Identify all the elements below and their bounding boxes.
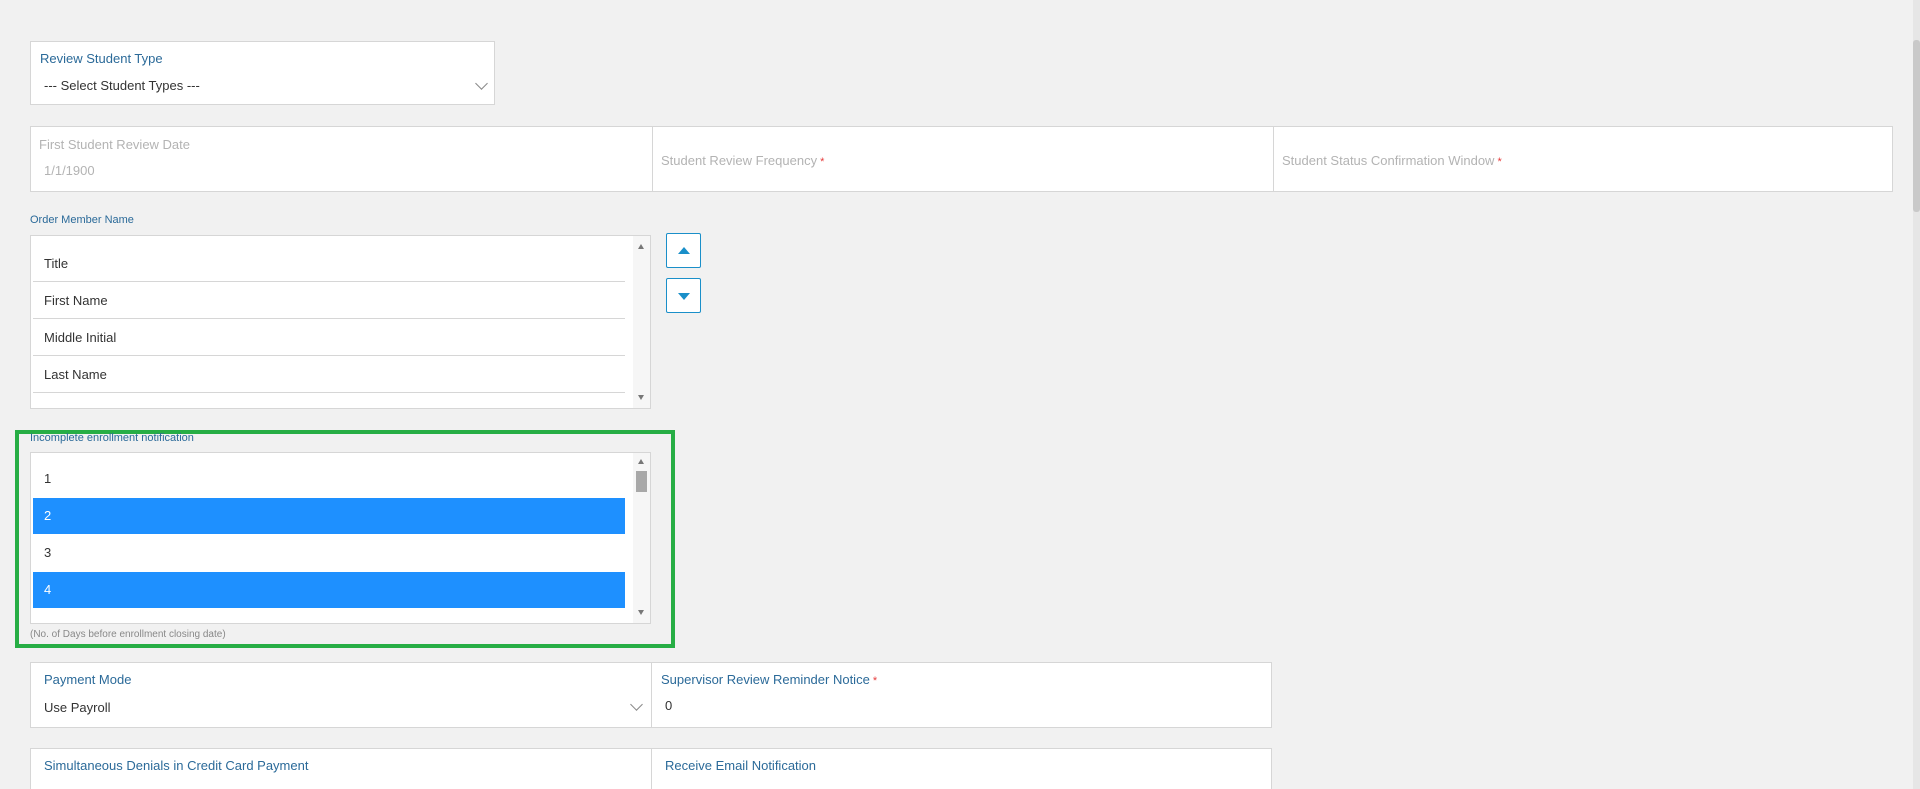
payment-mode-value: Use Payroll [44,700,111,715]
page-scrollbar[interactable] [1913,0,1920,789]
email-notification-label: Receive Email Notification [665,758,817,773]
chevron-down-icon [475,77,488,90]
supervisor-reminder-value: 0 [665,698,673,713]
settings-page: Review Student Type --- Select Student T… [0,0,1920,789]
scroll-down-arrow-icon[interactable] [638,610,644,615]
move-down-button[interactable] [666,278,701,313]
notifications-row: Simultaneous Denials in Credit Card Paym… [30,748,1272,789]
status-confirmation-window-field[interactable]: Student Status Confirmation Window * [1273,127,1892,191]
list-item[interactable]: 3 [33,535,625,571]
order-member-name-label: Order Member Name [30,214,134,226]
review-student-type-select[interactable]: Review Student Type --- Select Student T… [30,41,495,105]
review-frequency-text: Student Review Frequency [661,153,818,168]
triangle-down-icon [678,293,690,300]
status-confirmation-window-label: Student Status Confirmation Window * [1282,153,1502,168]
first-review-date-label: First Student Review Date [39,137,191,152]
supervisor-reminder-field[interactable]: Supervisor Review Reminder Notice * 0 [652,663,1271,727]
scroll-up-arrow-icon[interactable] [638,244,644,249]
order-member-name-listbox[interactable]: Title First Name Middle Initial Last Nam… [30,235,651,409]
list-item[interactable]: 1 [33,461,625,497]
list-item[interactable]: Middle Initial [33,320,625,356]
page-scrollbar-thumb[interactable] [1913,40,1920,212]
scrollbar[interactable] [633,236,650,408]
review-dates-row: First Student Review Date 1/1/1900 Stude… [30,126,1893,192]
list-item-selected[interactable]: 4 [33,572,625,608]
review-student-type-label: Review Student Type [40,51,163,66]
email-notification-select[interactable]: Receive Email Notification [652,749,1271,789]
list-item-selected[interactable]: 2 [33,498,625,534]
triangle-up-icon [678,247,690,254]
payment-mode-select[interactable]: Payment Mode Use Payroll [31,663,651,727]
supervisor-reminder-label: Supervisor Review Reminder Notice * [661,672,877,687]
required-mark: * [820,156,825,168]
incomplete-enrollment-listbox[interactable]: 1 2 3 4 [30,452,651,624]
supervisor-reminder-text: Supervisor Review Reminder Notice [661,672,870,687]
simultaneous-denials-label: Simultaneous Denials in Credit Card Paym… [44,758,309,773]
first-review-date-value: 1/1/1900 [44,163,95,178]
scroll-up-arrow-icon[interactable] [638,459,644,464]
payment-mode-label: Payment Mode [44,672,132,687]
review-frequency-label: Student Review Frequency * [661,153,824,168]
list-item[interactable]: First Name [33,283,625,319]
scrollbar[interactable] [633,453,650,623]
move-up-button[interactable] [666,233,701,268]
review-student-type-value: --- Select Student Types --- [44,78,200,93]
review-frequency-field[interactable]: Student Review Frequency * [652,127,1273,191]
list-item[interactable]: Last Name [33,357,625,393]
scroll-down-arrow-icon[interactable] [638,395,644,400]
incomplete-enrollment-label: Incomplete enrollment notification [30,432,194,444]
list-item[interactable]: Title [33,246,625,282]
incomplete-enrollment-hint: (No. of Days before enrollment closing d… [30,629,226,640]
first-review-date-field[interactable]: First Student Review Date 1/1/1900 [31,127,652,191]
status-confirmation-window-text: Student Status Confirmation Window [1282,153,1495,168]
chevron-down-icon [630,698,643,711]
payment-row: Payment Mode Use Payroll Supervisor Revi… [30,662,1272,728]
scrollbar-thumb[interactable] [636,471,647,492]
simultaneous-denials-select[interactable]: Simultaneous Denials in Credit Card Paym… [31,749,651,789]
required-mark: * [872,675,878,687]
required-mark: * [1497,156,1502,168]
